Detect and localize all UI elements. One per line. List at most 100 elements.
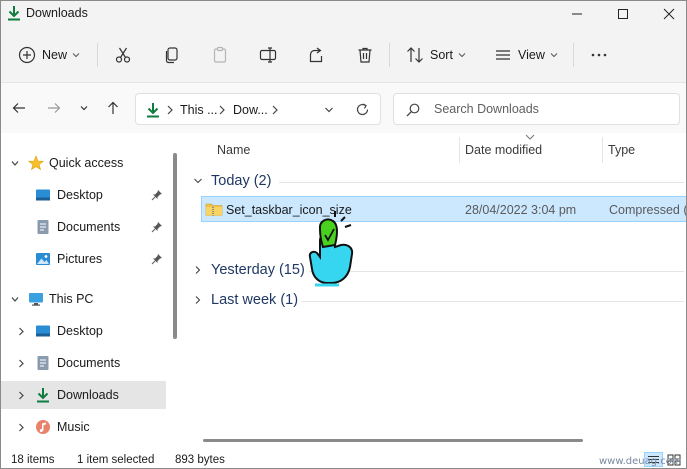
sort-button[interactable]: Sort: [406, 41, 466, 69]
breadcrumb-this-pc[interactable]: This ...: [180, 103, 218, 117]
chevron-down-icon[interactable]: [11, 295, 19, 304]
desktop-icon: [36, 325, 50, 337]
nav-scrollbar[interactable]: [173, 153, 177, 339]
status-bar: 18 items 1 item selected 893 bytes: [1, 451, 686, 468]
new-button[interactable]: New: [18, 41, 80, 69]
share-button[interactable]: [307, 41, 325, 69]
group-header-last-week[interactable]: Last week (1): [193, 289, 298, 311]
chevron-down-icon[interactable]: [324, 105, 334, 115]
nav-label: Pictures: [57, 252, 103, 266]
chevron-right-icon[interactable]: [17, 423, 25, 432]
refresh-icon[interactable]: [355, 102, 370, 117]
chevron-down-icon: [194, 178, 202, 184]
divider: [573, 43, 574, 67]
maximize-icon: [618, 9, 628, 19]
download-icon: [147, 103, 159, 118]
back-button[interactable]: [9, 98, 29, 118]
chevron-down-icon: [458, 53, 466, 58]
cut-icon: [115, 47, 131, 63]
more-button[interactable]: [590, 41, 608, 69]
recent-locations-button[interactable]: [74, 98, 94, 118]
copy-button[interactable]: [163, 41, 181, 69]
group-divider: [309, 271, 684, 272]
chevron-right-icon: [272, 105, 278, 115]
nav-label: This PC: [49, 292, 94, 306]
chevron-down-icon: [80, 106, 88, 111]
view-label: View: [518, 48, 545, 62]
search-input[interactable]: Search Downloads: [393, 93, 680, 125]
nav-item-documents-pinned[interactable]: Documents: [1, 213, 166, 241]
view-list-icon: [496, 50, 510, 60]
column-header-type[interactable]: Type: [608, 143, 635, 157]
paste-button[interactable]: [211, 41, 229, 69]
forward-button[interactable]: [44, 98, 64, 118]
pictures-icon: [36, 253, 50, 265]
chevron-right-icon: [195, 266, 201, 274]
nav-item-music[interactable]: Music: [1, 413, 166, 441]
nav-item-downloads[interactable]: Downloads: [1, 381, 166, 409]
nav-label: Desktop: [57, 324, 103, 338]
navigation-pane: Quick access Desktop Documents Pictures …: [1, 133, 186, 451]
chevron-right-icon: [195, 296, 201, 304]
sort-label: Sort: [430, 48, 453, 62]
nav-item-desktop[interactable]: Desktop: [1, 317, 166, 345]
column-divider[interactable]: [459, 137, 460, 163]
rename-button[interactable]: [259, 41, 277, 69]
chevron-right-icon[interactable]: [17, 359, 25, 368]
chevron-right-icon: [167, 105, 173, 115]
share-icon: [309, 47, 323, 63]
delete-button[interactable]: [356, 41, 374, 69]
up-button[interactable]: [103, 98, 123, 118]
nav-item-documents[interactable]: Documents: [1, 349, 166, 377]
status-size: 893 bytes: [175, 454, 225, 466]
group-divider: [279, 182, 684, 183]
group-label: Today (2): [211, 173, 272, 189]
nav-label: Quick access: [49, 156, 124, 170]
pin-icon[interactable]: [151, 253, 163, 265]
group-header-today[interactable]: Today (2): [193, 170, 271, 192]
file-list: Name Date modified Type Today (2) Set_ta…: [187, 133, 686, 451]
nav-item-pictures-pinned[interactable]: Pictures: [1, 245, 166, 273]
nav-label: Desktop: [57, 188, 103, 202]
view-button[interactable]: View: [494, 41, 558, 69]
group-header-yesterday[interactable]: Yesterday (15): [193, 259, 305, 281]
arrow-left-icon: [12, 103, 25, 113]
music-icon: [36, 420, 50, 434]
chevron-right-icon[interactable]: [17, 391, 25, 400]
address-row: This ... Dow... Search Downloads: [1, 83, 686, 133]
nav-label: Documents: [57, 356, 121, 370]
file-explorer-window: Downloads New Sort View This ... Dow... …: [0, 0, 687, 469]
pin-icon[interactable]: [151, 189, 163, 201]
maximize-button[interactable]: [600, 1, 646, 27]
group-label: Last week (1): [211, 292, 299, 308]
chevron-right-icon: [219, 105, 225, 115]
close-icon: [663, 8, 675, 20]
column-header-date[interactable]: Date modified: [465, 143, 542, 157]
address-bar[interactable]: This ... Dow...: [135, 93, 381, 125]
nav-item-desktop-pinned[interactable]: Desktop: [1, 181, 166, 209]
close-button[interactable]: [646, 1, 686, 27]
pin-icon[interactable]: [151, 221, 163, 233]
horizontal-scrollbar[interactable]: [203, 439, 583, 442]
chevron-right-icon[interactable]: [17, 327, 25, 336]
status-selection: 1 item selected: [77, 454, 155, 466]
column-divider[interactable]: [602, 137, 603, 163]
download-icon: [8, 6, 20, 21]
cut-button[interactable]: [114, 41, 132, 69]
column-header-name[interactable]: Name: [217, 143, 250, 157]
chevron-down-icon[interactable]: [11, 159, 19, 168]
window-title: Downloads: [26, 6, 88, 20]
download-icon: [37, 388, 49, 403]
arrow-up-icon: [108, 101, 118, 114]
divider: [389, 43, 390, 67]
file-row[interactable]: Set_taskbar_icon_size 28/04/2022 3:04 pm…: [201, 196, 686, 222]
new-label: New: [42, 48, 68, 62]
minimize-button[interactable]: [554, 1, 600, 27]
desktop-icon: [36, 189, 50, 201]
nav-item-this-pc[interactable]: This PC: [1, 285, 166, 313]
search-icon: [406, 103, 420, 117]
divider: [97, 43, 98, 67]
nav-item-quick-access[interactable]: Quick access: [1, 149, 166, 177]
breadcrumb-downloads[interactable]: Dow...: [233, 103, 268, 117]
copy-icon: [165, 47, 178, 64]
